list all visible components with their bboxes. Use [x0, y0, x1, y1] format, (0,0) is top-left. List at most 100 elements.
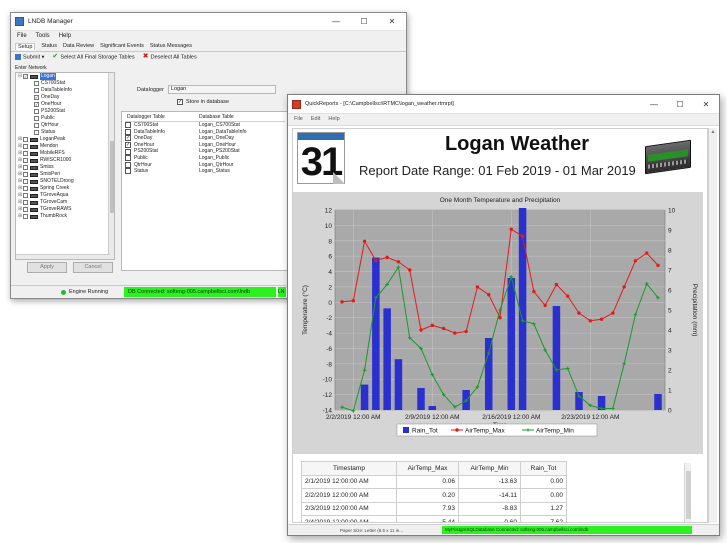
tree-item[interactable]: ✓ OneDay: [16, 94, 114, 101]
tab-significant-events[interactable]: Significant Events: [100, 43, 144, 50]
tree-item[interactable]: ⊞ Mendon: [16, 143, 114, 150]
tree-item[interactable]: ⊞ TGroveCam: [16, 199, 114, 206]
tree-item[interactable]: ⊞ Smiss: [16, 164, 114, 171]
tree-checkbox[interactable]: ✓: [23, 74, 28, 79]
qr-menu-help[interactable]: Help: [328, 116, 339, 123]
table-row[interactable]: DataTableInfo Logan_DataTableInfo: [125, 129, 285, 136]
datalogger-field[interactable]: Logan: [167, 85, 276, 94]
tab-setup[interactable]: Setup: [15, 43, 36, 50]
table-checkbox[interactable]: [125, 168, 131, 175]
tree-item[interactable]: QtrHour: [16, 122, 114, 129]
tree-item[interactable]: ⊞ ThumbRock: [16, 213, 114, 220]
menu-tools[interactable]: Tools: [36, 33, 50, 40]
report-scrollbar[interactable]: ▲: [708, 128, 717, 523]
tree-checkbox[interactable]: [34, 123, 39, 128]
table-header-cell[interactable]: Rain_Tot: [520, 461, 567, 476]
tree-checkbox[interactable]: [23, 214, 28, 219]
tree-item[interactable]: ✓ OneHour: [16, 101, 114, 108]
table-checkbox[interactable]: ✓: [125, 135, 131, 142]
tree-item[interactable]: DataTableInfo: [16, 87, 114, 94]
lndb-titlebar[interactable]: LNDB Manager — ☐ ✕: [11, 13, 406, 31]
tree-item[interactable]: ⊞ TGroveAqua: [16, 192, 114, 199]
qr-minimize-button[interactable]: —: [641, 95, 667, 113]
menu-help[interactable]: Help: [59, 33, 71, 40]
tree-checkbox[interactable]: [23, 186, 28, 191]
table-checkbox[interactable]: ✓: [125, 142, 131, 149]
tab-data-review[interactable]: Data Review: [63, 43, 94, 50]
qr-close-button[interactable]: ✕: [693, 95, 719, 113]
tree-checkbox[interactable]: [23, 158, 28, 163]
tree-scroll-thumb[interactable]: [110, 141, 114, 213]
tree-item[interactable]: PS200Stat: [16, 108, 114, 115]
table-row[interactable]: PS200Stat Logan_PS200Stat: [125, 148, 285, 155]
table-row[interactable]: ✓ OneDay Logan_OneDay: [125, 135, 285, 142]
tree-checkbox[interactable]: [23, 165, 28, 170]
menu-file[interactable]: File: [17, 33, 27, 40]
table-row[interactable]: Status Logan_Status: [125, 168, 285, 175]
tree-item[interactable]: Status: [16, 129, 114, 136]
legend-marker-max: [455, 428, 459, 432]
close-button[interactable]: ✕: [378, 13, 406, 30]
tree-scrollbar[interactable]: [108, 73, 114, 259]
tree-checkbox[interactable]: [34, 116, 39, 121]
table-header-cell[interactable]: AirTemp_Min: [458, 461, 521, 476]
table-checkbox[interactable]: [125, 148, 131, 155]
y2-tick-label: 0: [668, 408, 672, 415]
apply-button[interactable]: Apply: [27, 262, 67, 273]
deselect-all-button[interactable]: ✖ Deselect All Tables: [143, 53, 197, 60]
tree-item[interactable]: ⊞ Spring Creek: [16, 185, 114, 192]
qr-maximize-button[interactable]: ☐: [667, 95, 693, 113]
tree-item[interactable]: CS700Stat: [16, 80, 114, 87]
select-all-button[interactable]: ✔ Select All Final Storage Tables: [52, 53, 134, 60]
tree-item[interactable]: ⊟ ✓ Logan: [16, 73, 114, 80]
table-row[interactable]: QtrHour Logan_QtrHour: [125, 162, 285, 169]
tree-item[interactable]: ⊞ TGroveRAWS: [16, 206, 114, 213]
tab-status-messages[interactable]: Status Messages: [150, 43, 192, 50]
table-row[interactable]: Public Logan_Public: [125, 155, 285, 162]
tree-checkbox[interactable]: [23, 179, 28, 184]
maximize-button[interactable]: ☐: [350, 13, 378, 30]
cancel-button[interactable]: Cancel: [73, 262, 113, 273]
tab-status[interactable]: Status: [41, 43, 57, 50]
table-checkbox[interactable]: [125, 161, 131, 168]
scroll-up-icon[interactable]: ▲: [709, 128, 717, 137]
table-checkbox[interactable]: [125, 128, 131, 135]
qr-titlebar[interactable]: QuickReports - [C:\Campbellsci\RTMC\loga…: [288, 95, 719, 114]
tree-item[interactable]: ⊞ SNOTELDroog: [16, 178, 114, 185]
qr-menu-file[interactable]: File: [294, 116, 303, 123]
table-row[interactable]: ✓ OneHour Logan_OneHour: [125, 142, 285, 149]
tree-checkbox[interactable]: [34, 130, 39, 135]
network-tree[interactable]: ⊟ ✓ Logan CS700Stat DataTableInfo ✓ OneDay ✓ One…: [15, 72, 115, 260]
tree-checkbox[interactable]: [34, 88, 39, 93]
table-header-cell[interactable]: Timestamp: [301, 461, 397, 476]
table-row[interactable]: CS700Stat Logan_CS700Stat: [125, 122, 285, 129]
tree-checkbox[interactable]: [34, 81, 39, 86]
airtemp-max-point: [475, 285, 480, 289]
table-header-cell[interactable]: AirTemp_Max: [396, 461, 459, 476]
table-scroll-thumb[interactable]: [686, 471, 691, 519]
tree-checkbox[interactable]: [23, 137, 28, 142]
tree-checkbox[interactable]: [23, 144, 28, 149]
tree-checkbox[interactable]: [23, 172, 28, 177]
submit-button[interactable]: Submit ▾: [15, 54, 44, 61]
qr-db-connection-status: MyPostgreSQLDatabase Connected: softeng-…: [442, 526, 692, 534]
tree-checkbox[interactable]: [23, 151, 28, 156]
table-checkbox[interactable]: [125, 155, 131, 162]
qr-menu-edit[interactable]: Edit: [311, 116, 320, 123]
tree-item[interactable]: ⊞ LoganPeak: [16, 136, 114, 143]
tree-checkbox[interactable]: [34, 109, 39, 114]
tree-checkbox[interactable]: [23, 193, 28, 198]
tree-item[interactable]: ⊞ SmisPeri: [16, 171, 114, 178]
tree-item[interactable]: ⊞ RWISCR1000: [16, 157, 114, 164]
tree-checkbox[interactable]: [23, 200, 28, 205]
tree-hscrollbar[interactable]: [16, 254, 110, 259]
table-checkbox[interactable]: [125, 122, 131, 129]
minimize-button[interactable]: —: [322, 13, 350, 30]
datalogger-icon: [30, 179, 38, 184]
tree-checkbox[interactable]: ✓: [34, 102, 39, 107]
tree-item[interactable]: ⊞ MobileRFS: [16, 150, 114, 157]
tree-checkbox[interactable]: ✓: [34, 95, 39, 100]
table-scrollbar[interactable]: [684, 463, 691, 522]
tree-checkbox[interactable]: [23, 207, 28, 212]
tree-item[interactable]: Public: [16, 115, 114, 122]
